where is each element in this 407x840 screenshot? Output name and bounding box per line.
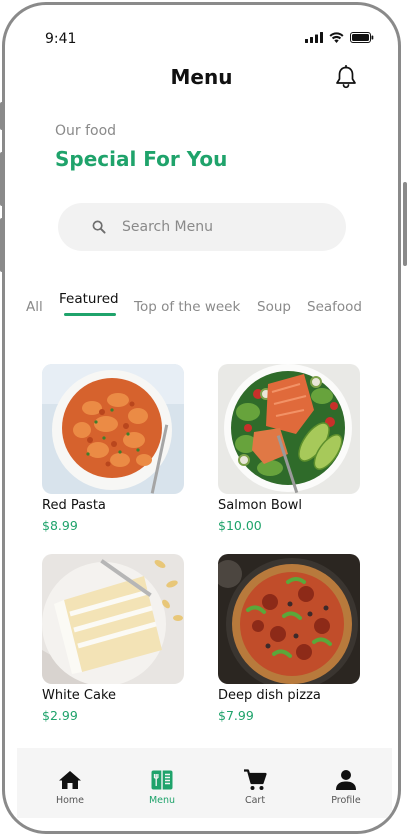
phone-frame: 9:41 Menu Our food Special For You Searc… — [2, 2, 401, 834]
product-card[interactable]: Salmon Bowl $10.00 — [218, 364, 360, 533]
tabbar-label: Profile — [331, 795, 361, 806]
status-time: 9:41 — [45, 31, 77, 47]
product-card[interactable]: White Cake $2.99 — [42, 554, 184, 723]
salmon-bowl-image — [218, 364, 360, 494]
wifi-icon — [329, 32, 344, 43]
product-price: $7.99 — [218, 708, 254, 723]
active-tab-indicator — [64, 313, 116, 316]
product-card[interactable]: Red Pasta $8.99 — [42, 364, 184, 533]
bell-icon[interactable] — [335, 64, 357, 93]
battery-icon — [350, 32, 374, 43]
white-cake-image — [42, 554, 184, 684]
tabbar-item-cart[interactable]: Cart — [215, 748, 295, 818]
product-price: $8.99 — [42, 518, 78, 533]
deep-dish-pizza-image — [218, 554, 360, 684]
tabbar-item-menu[interactable]: Menu — [122, 748, 202, 818]
red-pasta-image — [42, 364, 184, 494]
product-price: $10.00 — [218, 518, 262, 533]
search-input[interactable] — [122, 203, 332, 251]
product-name: Red Pasta — [42, 498, 106, 513]
product-name: Salmon Bowl — [218, 498, 302, 513]
tabbar-item-home[interactable]: Home — [30, 748, 110, 818]
product-price: $2.99 — [42, 708, 78, 723]
cart-icon — [244, 769, 267, 790]
product-name: Deep dish pizza — [218, 688, 321, 703]
search-icon — [92, 220, 106, 234]
product-name: White Cake — [42, 688, 117, 703]
tab-top-of-the-week[interactable]: Top of the week — [134, 299, 240, 315]
bottom-tab-bar: Home Menu Cart Profile — [17, 748, 392, 818]
tabbar-label: Home — [55, 795, 85, 806]
tab-soup[interactable]: Soup — [257, 299, 291, 315]
tabbar-label: Menu — [148, 795, 176, 806]
tabbar-label: Cart — [244, 795, 266, 806]
status-icons — [305, 32, 374, 43]
tab-seafood[interactable]: Seafood — [307, 299, 362, 315]
mute-switch — [0, 102, 4, 130]
section-subtitle: Our food — [55, 123, 117, 139]
volume-down-button — [0, 218, 4, 272]
section-headline: Special For You — [55, 147, 228, 171]
volume-up-button — [0, 152, 4, 206]
product-card[interactable]: Deep dish pizza $7.99 — [218, 554, 360, 723]
signal-icon — [305, 32, 323, 43]
search-bar[interactable] — [58, 203, 346, 251]
tabbar-item-profile[interactable]: Profile — [306, 748, 386, 818]
tab-featured[interactable]: Featured — [59, 291, 119, 307]
menu-icon — [151, 770, 173, 790]
power-button — [403, 182, 407, 266]
profile-icon — [336, 770, 356, 790]
home-icon — [59, 771, 81, 789]
tab-all[interactable]: All — [26, 299, 43, 315]
